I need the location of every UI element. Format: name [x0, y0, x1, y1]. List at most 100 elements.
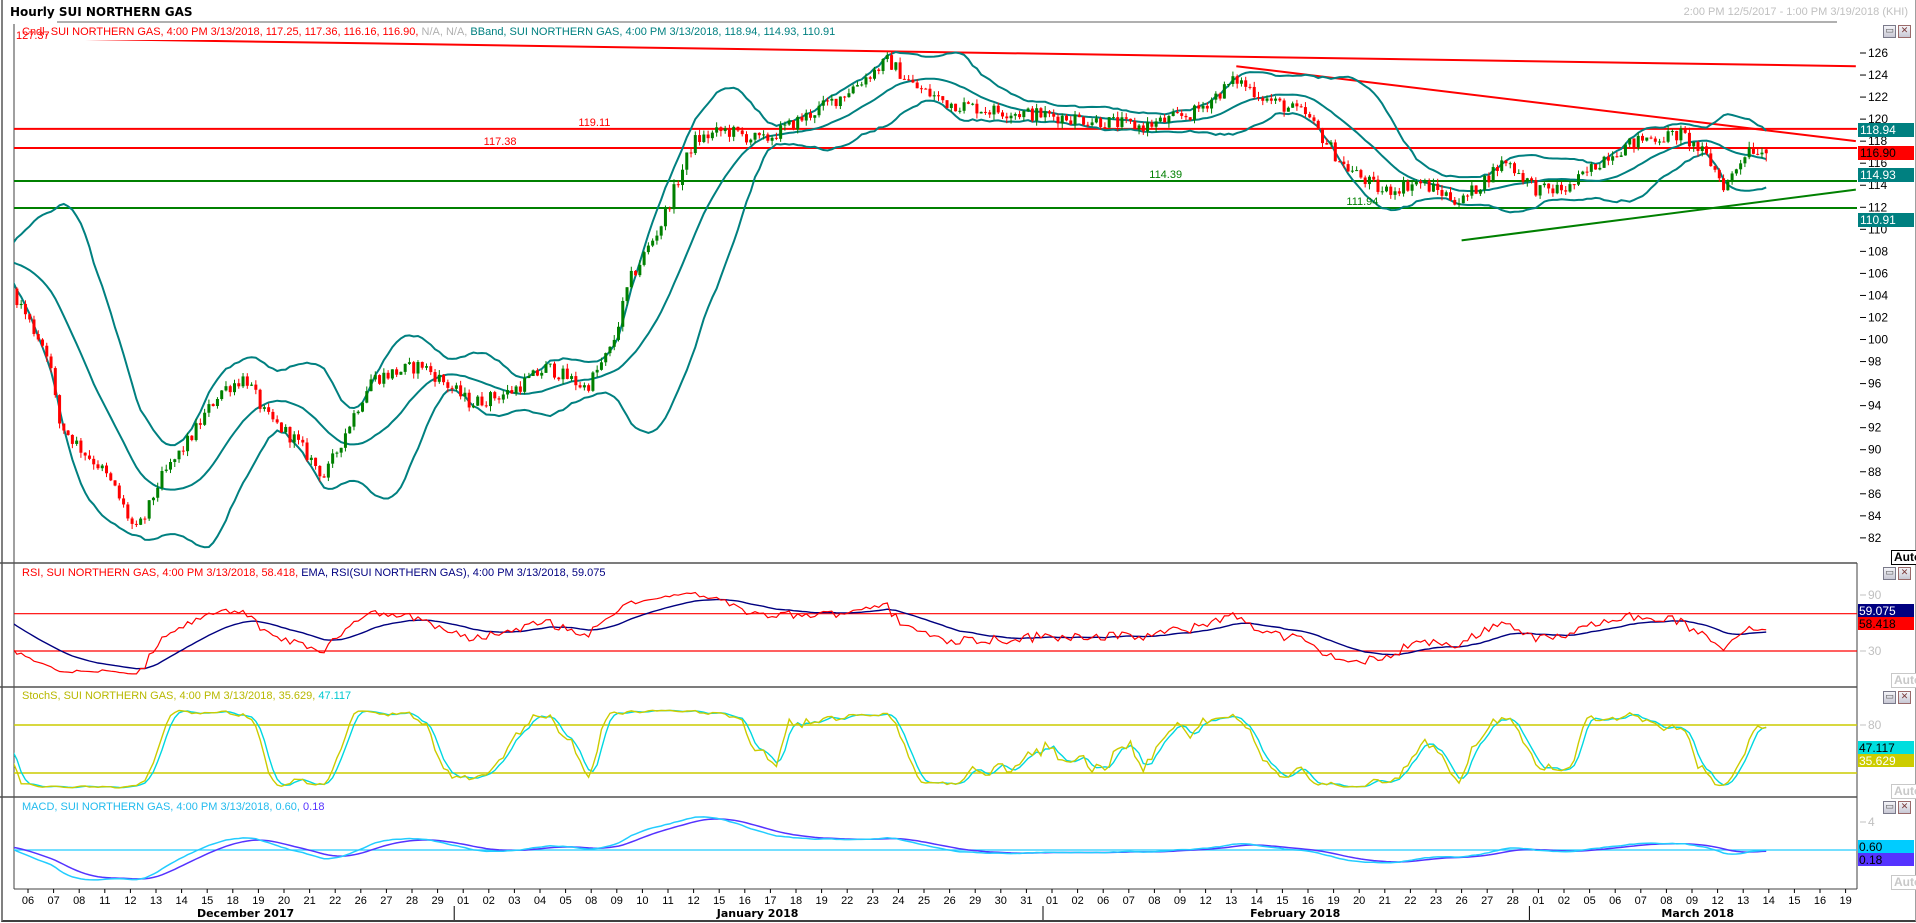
- candle: [629, 266, 633, 289]
- candle: [506, 384, 510, 399]
- candle: [800, 113, 804, 123]
- candle: [582, 382, 586, 391]
- candle-body: [885, 55, 889, 60]
- candle-body: [1696, 142, 1700, 151]
- minimize-stoch-panel-button[interactable]: ▭: [1883, 691, 1896, 704]
- macd-auto-scale-button[interactable]: Auto: [1891, 875, 1916, 890]
- candle: [53, 366, 57, 398]
- stoch-flags: 47.117 35.629: [1858, 741, 1914, 768]
- candle-body: [151, 497, 155, 501]
- candle-body: [1047, 111, 1051, 114]
- candle: [96, 460, 100, 470]
- candle-body: [574, 376, 578, 386]
- candle-body: [1197, 105, 1201, 109]
- minimize-price-panel-button[interactable]: ▭: [1883, 25, 1896, 38]
- candle-body: [587, 385, 591, 391]
- candle-body: [1257, 97, 1261, 99]
- candle-body: [365, 391, 369, 403]
- candle: [1316, 119, 1320, 130]
- candle-body: [762, 134, 766, 136]
- candle: [233, 379, 237, 396]
- candle-body: [1623, 144, 1627, 156]
- candle-body: [1367, 176, 1371, 185]
- minimize-macd-panel-button[interactable]: ▭: [1883, 801, 1896, 814]
- candle-body: [1521, 173, 1525, 182]
- candle-body: [331, 453, 335, 464]
- candle-body: [41, 339, 45, 346]
- candle-body: [702, 134, 706, 143]
- date-label: 01: [1532, 895, 1544, 907]
- candle: [1619, 151, 1623, 157]
- candle-body: [399, 371, 403, 375]
- candle: [574, 371, 578, 391]
- minimize-rsi-panel-button[interactable]: ▭: [1883, 567, 1896, 580]
- candle: [565, 363, 569, 380]
- date-label: 14: [1763, 895, 1775, 907]
- candle-body: [1483, 175, 1487, 190]
- candle-body: [484, 405, 488, 407]
- candle: [1069, 116, 1073, 126]
- date-label: 05: [559, 895, 571, 907]
- candle: [1158, 115, 1162, 123]
- candle-body: [501, 394, 505, 400]
- candle-body: [570, 376, 574, 379]
- candle: [1239, 77, 1243, 87]
- candle-body: [1611, 156, 1615, 161]
- candle-body: [1282, 100, 1286, 112]
- candle: [1594, 163, 1598, 170]
- date-label: 12: [1711, 895, 1723, 907]
- candle-body: [1675, 130, 1679, 141]
- candle: [147, 500, 151, 521]
- candle: [604, 352, 608, 366]
- candle: [181, 446, 185, 456]
- price-auto-scale-button[interactable]: Auto: [1891, 550, 1916, 565]
- date-label: 23: [867, 895, 879, 907]
- close-price-panel-button[interactable]: ✕: [1898, 25, 1911, 38]
- candle-body: [58, 395, 62, 424]
- candle: [459, 380, 463, 400]
- date-label: 11: [99, 895, 110, 907]
- date-label: 13: [150, 895, 162, 907]
- stoch-auto-scale-button[interactable]: Auto: [1891, 784, 1916, 799]
- date-label: 19: [1839, 895, 1851, 907]
- candle-body: [1286, 107, 1290, 112]
- close-macd-panel-button[interactable]: ✕: [1898, 801, 1911, 814]
- candle: [1602, 155, 1606, 168]
- candle: [894, 61, 898, 72]
- candle: [186, 432, 190, 457]
- close-rsi-panel-button[interactable]: ✕: [1898, 567, 1911, 580]
- date-label: 19: [815, 895, 827, 907]
- candle: [1137, 123, 1141, 135]
- date-label: 16: [1302, 895, 1314, 907]
- candle-body: [228, 386, 232, 393]
- candle: [1274, 96, 1278, 104]
- candle: [87, 450, 91, 461]
- candle: [301, 436, 305, 447]
- candle: [1534, 177, 1538, 197]
- close-stoch-panel-button[interactable]: ✕: [1898, 691, 1911, 704]
- date-label: 14: [1251, 895, 1263, 907]
- price-panel-controls: ▭ ✕: [1883, 25, 1911, 38]
- candle: [75, 436, 79, 446]
- candle-body: [1645, 137, 1649, 141]
- candle: [1559, 182, 1563, 195]
- rsi-auto-scale-button[interactable]: Auto: [1891, 673, 1916, 688]
- candle: [66, 429, 70, 436]
- candle: [1030, 106, 1034, 123]
- candle-body: [1239, 80, 1243, 84]
- candle-body: [134, 523, 138, 525]
- candle-body: [1713, 166, 1717, 170]
- candle: [160, 466, 164, 491]
- candle: [361, 401, 365, 413]
- candle: [169, 458, 173, 474]
- candle-body: [1218, 93, 1222, 99]
- candle: [1474, 185, 1478, 195]
- candle-body: [1231, 76, 1235, 84]
- candle-body: [1252, 86, 1256, 98]
- candle-body: [1355, 170, 1359, 172]
- candle-body: [1056, 116, 1060, 124]
- price-axis-label: 122: [1868, 90, 1888, 104]
- candle-body: [1137, 125, 1141, 130]
- price-legend: Cndl, SUI NORTHERN GAS, 4:00 PM 3/13/201…: [22, 26, 835, 38]
- candle-body: [1086, 124, 1090, 126]
